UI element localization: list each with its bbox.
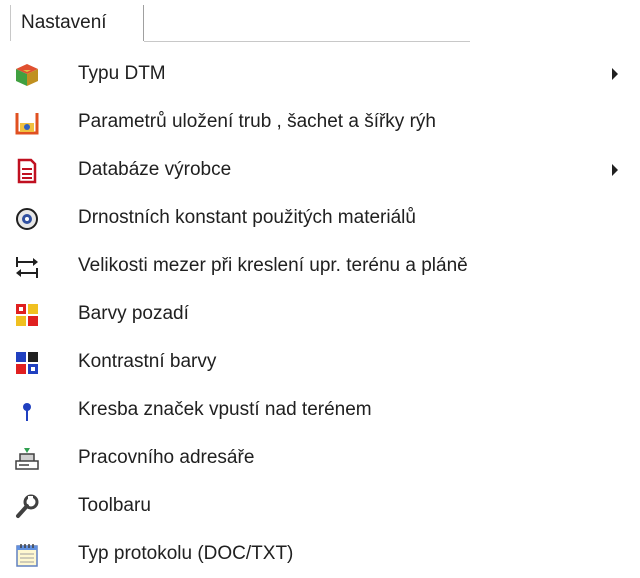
menu-item-label: Typu DTM (78, 63, 166, 84)
menu-item-label: Kresba značek vpustí nad terénem (78, 399, 372, 420)
menu-item-parametru-ulozeni[interactable]: Parametrů uložení trub , šachet a šířky … (0, 98, 640, 146)
menu-item-label: Pracovního adresáře (78, 447, 255, 468)
dtm-cube-icon (14, 62, 40, 88)
menubar-divider (144, 41, 470, 42)
menu-bar: Nastavení (0, 0, 640, 42)
roughness-gauge-icon (14, 206, 40, 232)
menu-item-typu-dtm[interactable]: Typu DTM (0, 50, 640, 98)
menu-item-drnostnich-konstant[interactable]: Drnostních konstant použitých materiálů (0, 194, 640, 242)
spacing-arrows-icon (14, 254, 40, 280)
menu-item-pracovniho-adresare[interactable]: Pracovního adresáře (0, 434, 640, 482)
menu-item-label: Typ protokolu (DOC/TXT) (78, 543, 294, 564)
submenu-arrow-icon (612, 68, 618, 80)
menu-item-label: Parametrů uložení trub , šachet a šířky … (78, 111, 436, 132)
menu-item-label: Toolbaru (78, 495, 151, 516)
contrast-colors-icon (14, 350, 40, 376)
settings-dropdown-menu: Typu DTM Parametrů uložení trub , šachet… (0, 50, 640, 573)
notepad-protocol-icon (14, 542, 40, 568)
submenu-arrow-icon (612, 164, 618, 176)
menu-item-label: Kontrastní barvy (78, 351, 217, 372)
menu-item-label: Velikosti mezer při kreslení upr. terénu… (78, 255, 468, 276)
menu-item-kontrastni-barvy[interactable]: Kontrastní barvy (0, 338, 640, 386)
menu-item-toolbaru[interactable]: Toolbaru (0, 482, 640, 530)
background-colors-icon (14, 302, 40, 328)
pin-marker-icon (14, 398, 40, 424)
menu-item-typ-protokolu[interactable]: Typ protokolu (DOC/TXT) (0, 530, 640, 578)
menu-item-barvy-pozadi[interactable]: Barvy pozadí (0, 290, 640, 338)
menu-item-label: Databáze výrobce (78, 159, 232, 180)
menu-item-databaze-vyrobce[interactable]: Databáze výrobce (0, 146, 640, 194)
database-document-icon (14, 158, 40, 184)
menu-item-kresba-znacek[interactable]: Kresba značek vpustí nad terénem (0, 386, 640, 434)
trench-pipe-icon (14, 110, 40, 136)
wrench-icon (14, 494, 40, 520)
menu-tab-nastaveni[interactable]: Nastavení (10, 5, 144, 41)
menu-item-label: Barvy pozadí (78, 303, 189, 324)
menu-item-label: Drnostních konstant použitých materiálů (78, 207, 416, 228)
working-directory-icon (14, 446, 40, 472)
menu-item-velikosti-mezer[interactable]: Velikosti mezer při kreslení upr. terénu… (0, 242, 640, 290)
